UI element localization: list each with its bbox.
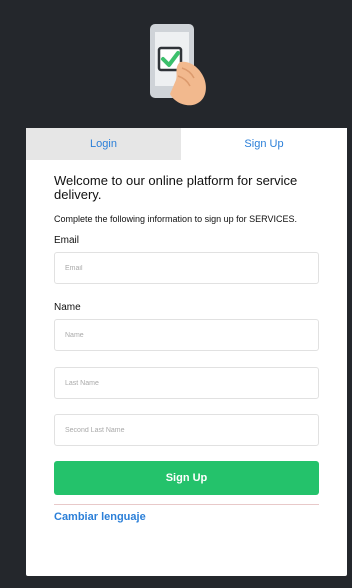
signup-content: Welcome to our online platform for servi… (26, 174, 347, 525)
name-field[interactable] (54, 319, 319, 351)
name-label: Name (54, 302, 81, 313)
last-name-field[interactable] (54, 367, 319, 399)
signup-card: Login Sign Up Welcome to our online plat… (26, 128, 347, 576)
second-last-name-field[interactable] (54, 414, 319, 446)
auth-tabs: Login Sign Up (26, 128, 347, 160)
welcome-heading: Welcome to our online platform for servi… (54, 173, 298, 202)
tab-signup[interactable]: Sign Up (181, 128, 347, 160)
signup-page: Login Sign Up Welcome to our online plat… (0, 0, 352, 588)
change-language-link[interactable]: Cambiar lenguaje (54, 511, 146, 523)
signup-instructions: Complete the following information to si… (54, 214, 297, 224)
email-label: Email (54, 235, 80, 246)
divider (54, 504, 319, 505)
hero-area (0, 0, 352, 128)
email-field[interactable] (54, 252, 319, 284)
hand-holding-phone-check-icon (150, 24, 206, 106)
sign-up-button[interactable]: Sign Up (54, 461, 319, 495)
tab-login[interactable]: Login (26, 128, 181, 160)
